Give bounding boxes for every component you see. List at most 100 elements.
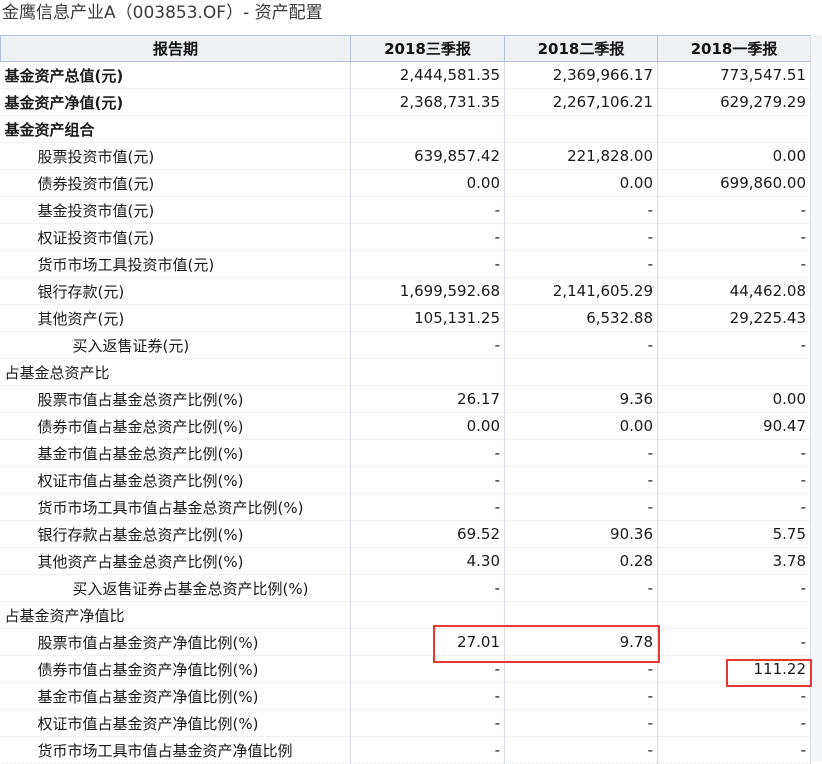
row-value-cell: 2,444,581.35	[350, 61, 505, 89]
row-label: 股票投资市值(元)	[0, 142, 351, 170]
row-value-cell: -	[504, 439, 658, 467]
row-label: 债券市值占基金资产净值比例(%)	[0, 655, 351, 683]
row-value-cell: -	[657, 709, 811, 737]
table-row[interactable]: 债券市值占基金资产净值比例(%) - -111.22	[0, 655, 811, 683]
row-value-cell: 90.36	[504, 520, 658, 548]
row-value-cell: -	[657, 250, 811, 278]
asset-allocation-table-container: 报告期 2018三季报 2018二季报 2018一季报 基金资产总值(元) 2,4…	[0, 35, 822, 764]
table-row[interactable]: 基金市值占基金资产净值比例(%) - - -	[0, 682, 811, 710]
row-value-cell: 0.00	[350, 169, 505, 197]
column-header-2018q3[interactable]: 2018三季报	[350, 35, 505, 62]
row-value-cell: -	[350, 250, 505, 278]
row-value-cell	[657, 115, 811, 143]
page-title: 金鹰信息产业A（003853.OF）- 资产配置	[2, 3, 323, 23]
row-value-cell: 639,857.42	[350, 142, 505, 170]
table-row[interactable]: 股票投资市值(元) 639,857.42 221,828.00 0.00	[0, 142, 811, 170]
table-row[interactable]: 占基金总资产比	[0, 358, 811, 386]
table-row[interactable]: 基金资产总值(元) 2,444,581.35 2,369,966.17 773,547…	[0, 61, 811, 89]
table-row[interactable]: 基金市值占基金总资产比例(%) - - -	[0, 439, 811, 467]
row-value-cell: -	[504, 709, 658, 737]
row-value-cell: 3.78	[657, 547, 811, 575]
row-value-cell: -	[657, 223, 811, 251]
row-value-cell: 90.47	[657, 412, 811, 440]
row-value-cell: 0.00	[350, 412, 505, 440]
row-value-cell	[350, 115, 505, 143]
row-value-cell: 69.52	[350, 520, 505, 548]
row-label: 债券投资市值(元)	[0, 169, 351, 197]
table-row[interactable]: 买入返售证券(元) - - -	[0, 331, 811, 359]
row-label: 占基金资产净值比	[0, 601, 351, 629]
row-value-cell: -	[504, 250, 658, 278]
row-value-cell: 221,828.00	[504, 142, 658, 170]
row-value-cell: -	[350, 466, 505, 494]
row-value-cell: 699,860.00	[657, 169, 811, 197]
row-label: 货币市场工具市值占基金总资产比例(%)	[0, 493, 351, 521]
table-row[interactable]: 占基金资产净值比	[0, 601, 811, 629]
row-value-cell: 4.30	[350, 547, 505, 575]
vertical-scrollbar[interactable]	[810, 35, 822, 761]
table-row[interactable]: 货币市场工具市值占基金资产净值比例 - - -	[0, 736, 811, 764]
row-value-cell: -	[657, 439, 811, 467]
row-value-cell	[657, 358, 811, 386]
row-value-cell: -	[657, 493, 811, 521]
row-value-cell: 0.00	[657, 142, 811, 170]
table-row[interactable]: 货币市场工具市值占基金总资产比例(%) - - -	[0, 493, 811, 521]
table-row[interactable]: 权证市值占基金总资产比例(%) - - -	[0, 466, 811, 494]
table-row[interactable]: 基金投资市值(元) - - -	[0, 196, 811, 224]
row-label: 股票市值占基金总资产比例(%)	[0, 385, 351, 413]
row-value-cell: -	[657, 574, 811, 602]
row-value-cell: -	[350, 574, 505, 602]
table-row[interactable]: 债券市值占基金总资产比例(%) 0.00 0.00 90.47	[0, 412, 811, 440]
row-value-cell	[504, 358, 658, 386]
row-value-cell: 2,141,605.29	[504, 277, 658, 305]
table-header-row: 报告期 2018三季报 2018二季报 2018一季报	[0, 35, 811, 62]
table-row[interactable]: 权证市值占基金资产净值比例(%) - - -	[0, 709, 811, 737]
row-value-cell: 9.36	[504, 385, 658, 413]
row-label: 银行存款占基金总资产比例(%)	[0, 520, 351, 548]
row-label: 权证市值占基金资产净值比例(%)	[0, 709, 351, 737]
column-header-2018q1[interactable]: 2018一季报	[657, 35, 811, 62]
row-label: 买入返售证券(元)	[0, 331, 351, 359]
row-value-cell: -	[350, 196, 505, 224]
table-row[interactable]: 债券投资市值(元) 0.00 0.00 699,860.00	[0, 169, 811, 197]
row-value-cell: -	[504, 223, 658, 251]
table-row[interactable]: 权证投资市值(元) - - -	[0, 223, 811, 251]
highlight-box-bond-nav-ratio	[726, 659, 812, 687]
table-row[interactable]: 基金资产净值(元) 2,368,731.35 2,267,106.21 629,279…	[0, 88, 811, 116]
table-row[interactable]: 银行存款占基金总资产比例(%) 69.52 90.36 5.75	[0, 520, 811, 548]
row-label: 基金资产净值(元)	[0, 88, 351, 116]
table-row[interactable]: 股票市值占基金总资产比例(%) 26.17 9.36 0.00	[0, 385, 811, 413]
row-value-cell: -	[504, 466, 658, 494]
row-value-cell: -	[657, 466, 811, 494]
row-value-cell: -	[350, 709, 505, 737]
table-row[interactable]: 其他资产(元) 105,131.25 6,532.88 29,225.43	[0, 304, 811, 332]
table-row[interactable]: 基金资产组合	[0, 115, 811, 143]
row-label: 权证市值占基金总资产比例(%)	[0, 466, 351, 494]
row-label: 基金市值占基金总资产比例(%)	[0, 439, 351, 467]
table-row[interactable]: 其他资产占基金总资产比例(%) 4.30 0.28 3.78	[0, 547, 811, 575]
row-value-cell: 0.00	[504, 412, 658, 440]
table-row[interactable]: 货币市场工具投资市值(元) - - -	[0, 250, 811, 278]
row-value-cell: 0.28	[504, 547, 658, 575]
row-value-cell: 1,699,592.68	[350, 277, 505, 305]
row-value-cell: -	[350, 439, 505, 467]
table-body: 基金资产总值(元) 2,444,581.35 2,369,966.17 773,547…	[0, 61, 811, 764]
table-row[interactable]: 股票市值占基金资产净值比例(%) 27.01 9.78-	[0, 628, 811, 656]
row-label: 货币市场工具市值占基金资产净值比例	[0, 736, 351, 764]
row-value-cell: 5.75	[657, 520, 811, 548]
row-value-cell: -	[350, 682, 505, 710]
row-label: 基金投资市值(元)	[0, 196, 351, 224]
row-value-cell: -	[504, 331, 658, 359]
column-header-period[interactable]: 报告期	[0, 35, 351, 62]
row-label: 债券市值占基金总资产比例(%)	[0, 412, 351, 440]
row-value-cell: -	[504, 493, 658, 521]
row-value-cell: -	[350, 331, 505, 359]
row-label: 其他资产占基金总资产比例(%)	[0, 547, 351, 575]
table-row[interactable]: 买入返售证券占基金总资产比例(%) - - -	[0, 574, 811, 602]
row-value-cell: 0.00	[504, 169, 658, 197]
row-value-cell	[504, 115, 658, 143]
table-row[interactable]: 银行存款(元) 1,699,592.68 2,141,605.29 44,462.08	[0, 277, 811, 305]
row-label: 货币市场工具投资市值(元)	[0, 250, 351, 278]
column-header-2018q2[interactable]: 2018二季报	[504, 35, 658, 62]
row-value-cell: -	[504, 682, 658, 710]
